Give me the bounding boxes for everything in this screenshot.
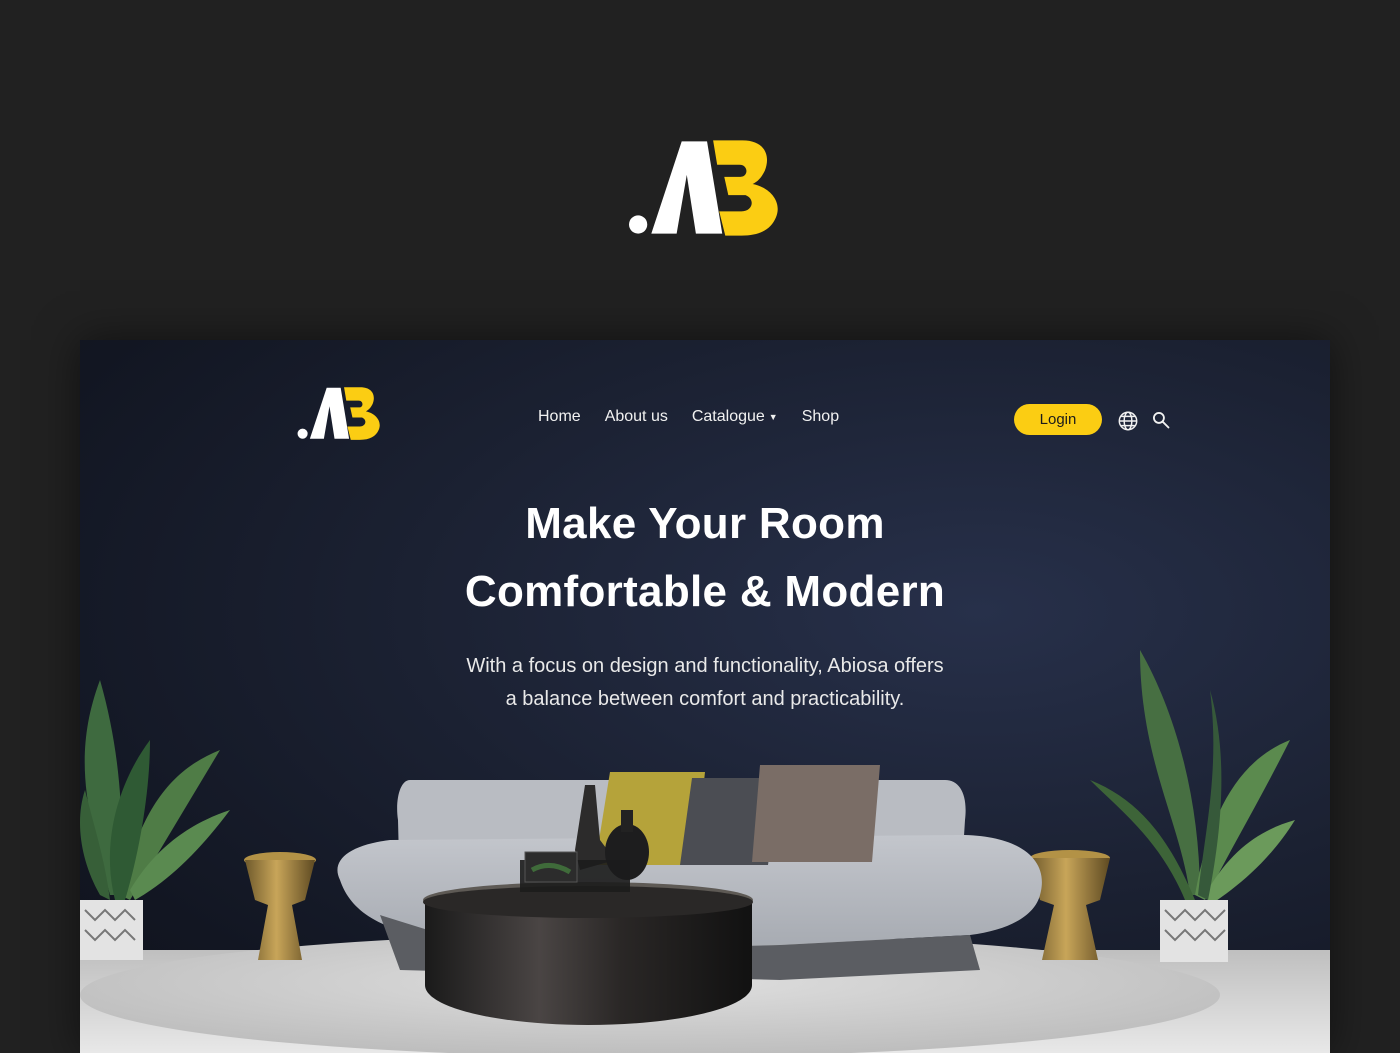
nav-link-label: About us	[604, 408, 668, 425]
left-plant	[80, 680, 230, 960]
globe-icon[interactable]	[1117, 410, 1139, 432]
nav-logo[interactable]	[297, 384, 381, 442]
brand-logo	[629, 140, 778, 236]
nav-link-label: Home	[538, 408, 581, 425]
nav-links: Home About us Catalogue ▼ Shop	[538, 408, 839, 426]
nav-link-about[interactable]: About us	[605, 408, 668, 426]
nav-link-home[interactable]: Home	[538, 408, 581, 426]
navbar: Home About us Catalogue ▼ Shop Login	[80, 340, 1330, 500]
left-side-table	[244, 852, 316, 960]
login-button[interactable]: Login	[1014, 404, 1102, 435]
hero-title: Make Your Room Comfortable & Modern	[280, 490, 1130, 626]
hero-section: Home About us Catalogue ▼ Shop Login Mak…	[80, 340, 1330, 1053]
right-plant	[1090, 650, 1295, 962]
nav-link-label: Shop	[801, 408, 840, 425]
caret-down-icon: ▼	[768, 412, 778, 422]
hero-title-line: Comfortable & Modern	[464, 567, 946, 616]
nav-link-catalogue[interactable]: Catalogue ▼	[692, 408, 778, 426]
hero-subtitle: With a focus on design and functionality…	[320, 650, 1090, 716]
nav-link-label: Catalogue	[691, 408, 765, 425]
hero-subtitle-line: a balance between comfort and practicabi…	[505, 688, 905, 710]
hero-subtitle-line: With a focus on design and functionality…	[466, 655, 944, 677]
right-side-table	[1030, 850, 1110, 960]
hero-title-line: Make Your Room	[525, 499, 885, 548]
search-icon[interactable]	[1151, 410, 1171, 430]
nav-link-shop[interactable]: Shop	[802, 408, 839, 426]
